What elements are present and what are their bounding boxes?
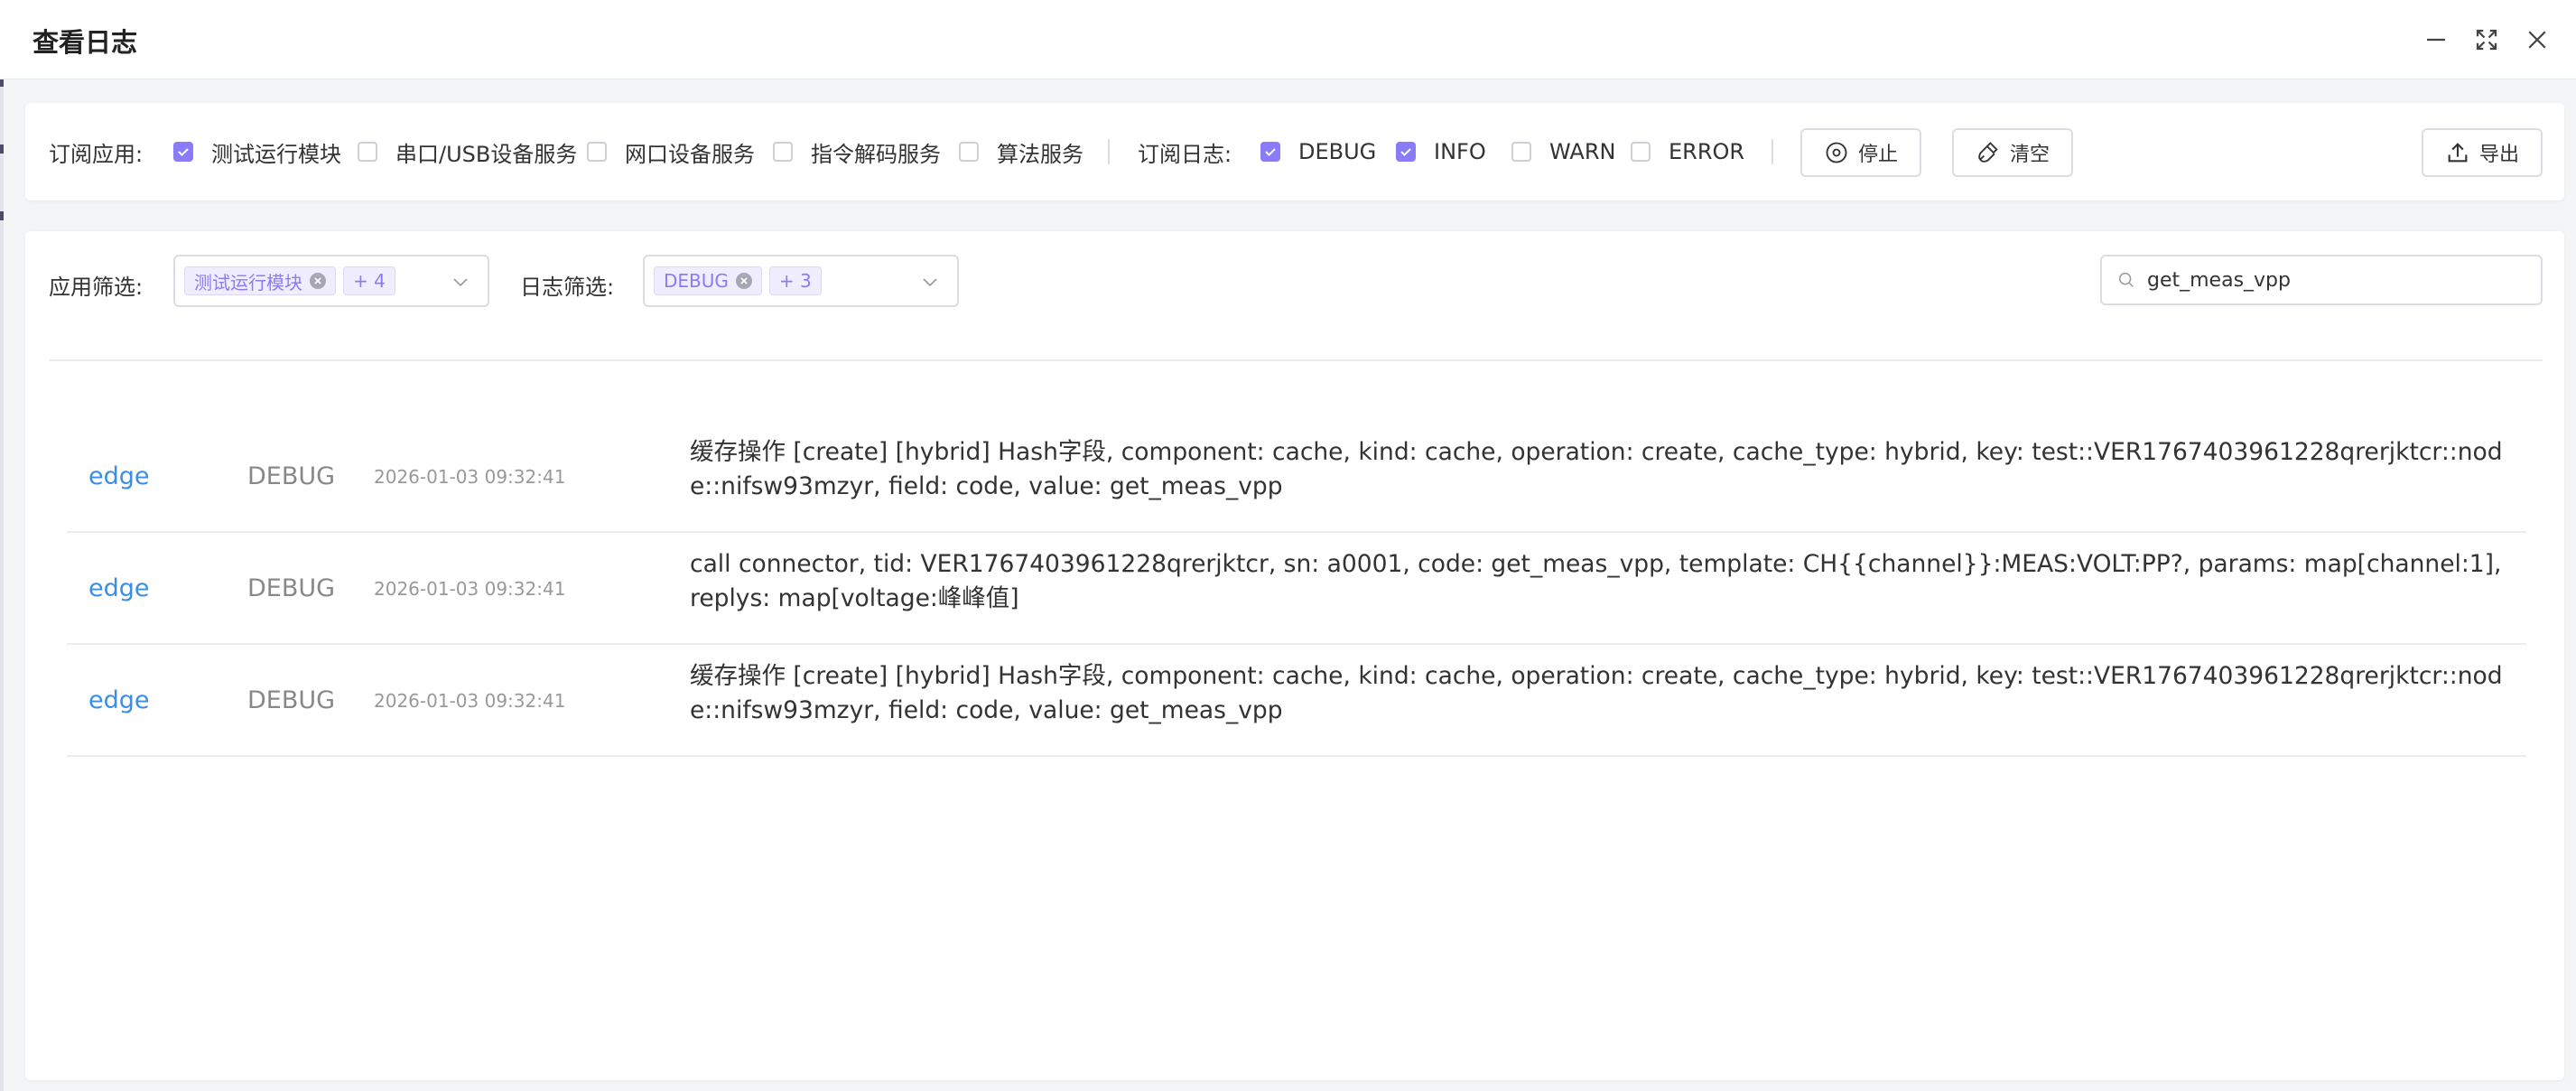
checkbox-label: 测试运行模块: [211, 141, 341, 167]
log-level: DEBUG: [247, 574, 336, 602]
fullscreen-icon: [2476, 29, 2497, 51]
checkbox-label: 算法服务: [997, 141, 1083, 167]
filter-tag: 测试运行模块: [184, 266, 336, 295]
upload-icon: [2448, 143, 2468, 163]
log-message: call connector, tid: VER1767403961228qre…: [690, 550, 2502, 612]
log-message: 缓存操作 [create] [hybrid] Hash字段, component…: [690, 438, 2503, 500]
minimize-icon: [2427, 38, 2445, 42]
filter-more-tag: + 3: [768, 266, 822, 295]
checkbox-checked-icon: [1396, 142, 1416, 162]
export-button[interactable]: 导出: [2422, 128, 2543, 177]
log-level: DEBUG: [247, 462, 336, 490]
filter-more-tag: + 4: [343, 266, 395, 295]
checkbox-unchecked-icon: [773, 142, 793, 162]
search-icon: [2118, 272, 2134, 287]
checkbox-unchecked-icon: [1631, 142, 1651, 162]
checkbox-label: WARN: [1549, 139, 1616, 164]
search-input[interactable]: [2147, 268, 2526, 292]
checkbox-unchecked-icon: [358, 142, 377, 162]
stop-circle-icon: [1826, 142, 1847, 163]
subscribe-level-checkbox[interactable]: WARN: [1511, 139, 1615, 164]
search-box[interactable]: [2100, 255, 2543, 305]
log-time: 2026-01-03 09:32:41: [374, 690, 566, 712]
modal-title: 查看日志: [33, 27, 138, 58]
log-list: edge DEBUG 2026-01-03 09:32:41 缓存操作 [cre…: [67, 421, 2526, 757]
subscribe-log-label: 订阅日志:: [1138, 141, 1232, 167]
log-viewer-modal: 查看日志 订阅应用: 测试运行模块 串口/USB设备服务 网口设备服务 指令解码…: [0, 0, 2576, 1091]
log-row: edge DEBUG 2026-01-03 09:32:41 缓存操作 [cre…: [67, 645, 2526, 757]
background-edge: [0, 0, 4, 1091]
close-icon: [2528, 31, 2546, 49]
tag-close-icon[interactable]: [310, 273, 326, 289]
clear-button-label: 清空: [2009, 144, 2050, 166]
checkbox-label: ERROR: [1669, 139, 1745, 164]
edge-mark: [0, 145, 4, 154]
subscribe-app-checkbox[interactable]: 测试运行模块: [173, 136, 341, 168]
log-level: DEBUG: [247, 686, 336, 714]
stop-button[interactable]: 停止: [1800, 128, 1921, 177]
subscribe-app-checkbox[interactable]: 算法服务: [959, 136, 1083, 168]
filter-tag-label: 测试运行模块: [194, 271, 302, 294]
subscribe-level-checkbox[interactable]: ERROR: [1631, 139, 1744, 164]
log-filter-label: 日志筛选:: [520, 274, 615, 300]
modal-header: 查看日志: [0, 0, 2576, 79]
subscribe-app-label: 订阅应用:: [49, 141, 144, 167]
close-button[interactable]: [2517, 20, 2557, 60]
divider: [1108, 139, 1110, 164]
checkbox-unchecked-icon: [587, 142, 607, 162]
log-filter-select[interactable]: DEBUG + 3: [643, 255, 959, 307]
export-button-label: 导出: [2478, 144, 2519, 166]
app-filter-label: 应用筛选:: [49, 274, 144, 300]
subscribe-level-checkbox[interactable]: INFO: [1396, 139, 1486, 164]
subscription-panel: 订阅应用: 测试运行模块 串口/USB设备服务 网口设备服务 指令解码服务 算法…: [25, 103, 2564, 200]
checkbox-checked-icon: [1260, 142, 1280, 162]
chevron-down-icon: [453, 278, 468, 287]
log-row: edge DEBUG 2026-01-03 09:32:41 缓存操作 [cre…: [67, 421, 2526, 533]
divider: [1772, 139, 1773, 164]
checkbox-label: 串口/USB设备服务: [395, 141, 578, 167]
subscribe-level-checkbox[interactable]: DEBUG: [1260, 139, 1376, 164]
app-filter-select[interactable]: 测试运行模块 + 4: [173, 255, 489, 307]
clear-button[interactable]: 清空: [1952, 128, 2073, 177]
edge-mark: [0, 211, 4, 220]
checkbox-checked-icon: [173, 142, 193, 162]
checkbox-unchecked-icon: [959, 142, 979, 162]
minimize-button[interactable]: [2416, 20, 2456, 60]
checkbox-unchecked-icon: [1511, 142, 1531, 162]
subscribe-app-checkbox[interactable]: 指令解码服务: [773, 136, 941, 168]
stop-button-label: 停止: [1857, 144, 1898, 166]
divider: [49, 359, 2543, 361]
log-time: 2026-01-03 09:32:41: [374, 578, 566, 600]
checkbox-label: 网口设备服务: [625, 141, 755, 167]
checkbox-label: INFO: [1434, 139, 1486, 164]
log-panel: 应用筛选: 测试运行模块 + 4 日志筛选: DEBUG + 3 get_mea…: [25, 231, 2564, 1080]
filter-tag: DEBUG: [654, 266, 762, 295]
log-message: 缓存操作 [create] [hybrid] Hash字段, component…: [690, 662, 2503, 724]
filter-tag-label: DEBUG: [664, 270, 729, 292]
subscribe-app-checkbox[interactable]: 网口设备服务: [587, 136, 755, 168]
log-app-link[interactable]: edge: [88, 574, 150, 602]
checkbox-label: 指令解码服务: [811, 141, 941, 167]
maximize-button[interactable]: [2467, 20, 2506, 60]
checkbox-label: DEBUG: [1298, 139, 1377, 164]
log-row: edge DEBUG 2026-01-03 09:32:41 call conn…: [67, 533, 2526, 645]
tag-close-icon[interactable]: [735, 273, 752, 289]
subscribe-app-checkbox[interactable]: 串口/USB设备服务: [358, 136, 577, 168]
chevron-down-icon: [923, 278, 937, 287]
log-app-link[interactable]: edge: [88, 462, 150, 490]
log-time: 2026-01-03 09:32:41: [374, 466, 566, 488]
broom-icon: [1978, 142, 1998, 163]
log-app-link[interactable]: edge: [88, 686, 150, 714]
